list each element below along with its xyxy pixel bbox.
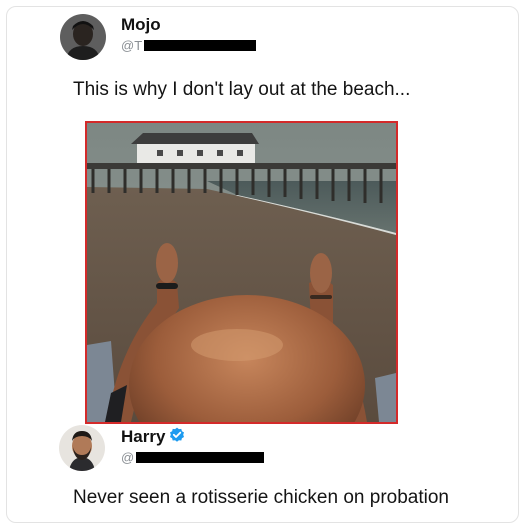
harry-avatar[interactable] xyxy=(59,425,105,471)
post-card: Mojo @T This is why I don't lay out at t… xyxy=(6,6,519,523)
tweet-text: This is why I don't lay out at the beach… xyxy=(73,79,411,100)
verified-badge-icon xyxy=(169,427,185,448)
tweet-photo[interactable] xyxy=(85,121,398,424)
reply-author-name: Harry xyxy=(121,427,166,446)
tweet-author-handle[interactable]: @T xyxy=(121,38,257,53)
reply-text: Never seen a rotisserie chicken on proba… xyxy=(73,487,449,508)
handle-redaction-bar xyxy=(144,40,257,51)
tweet-author-name[interactable]: Mojo xyxy=(121,15,161,35)
reply-handle-prefix: @ xyxy=(121,450,135,465)
mojo-avatar[interactable] xyxy=(60,14,106,60)
handle-redaction-bar xyxy=(136,452,265,463)
beach-photo-image xyxy=(87,123,396,422)
reply-author-row[interactable]: Harry xyxy=(121,427,185,448)
tweet-handle-prefix: @T xyxy=(121,38,143,53)
reply-author-handle[interactable]: @ xyxy=(121,450,265,465)
